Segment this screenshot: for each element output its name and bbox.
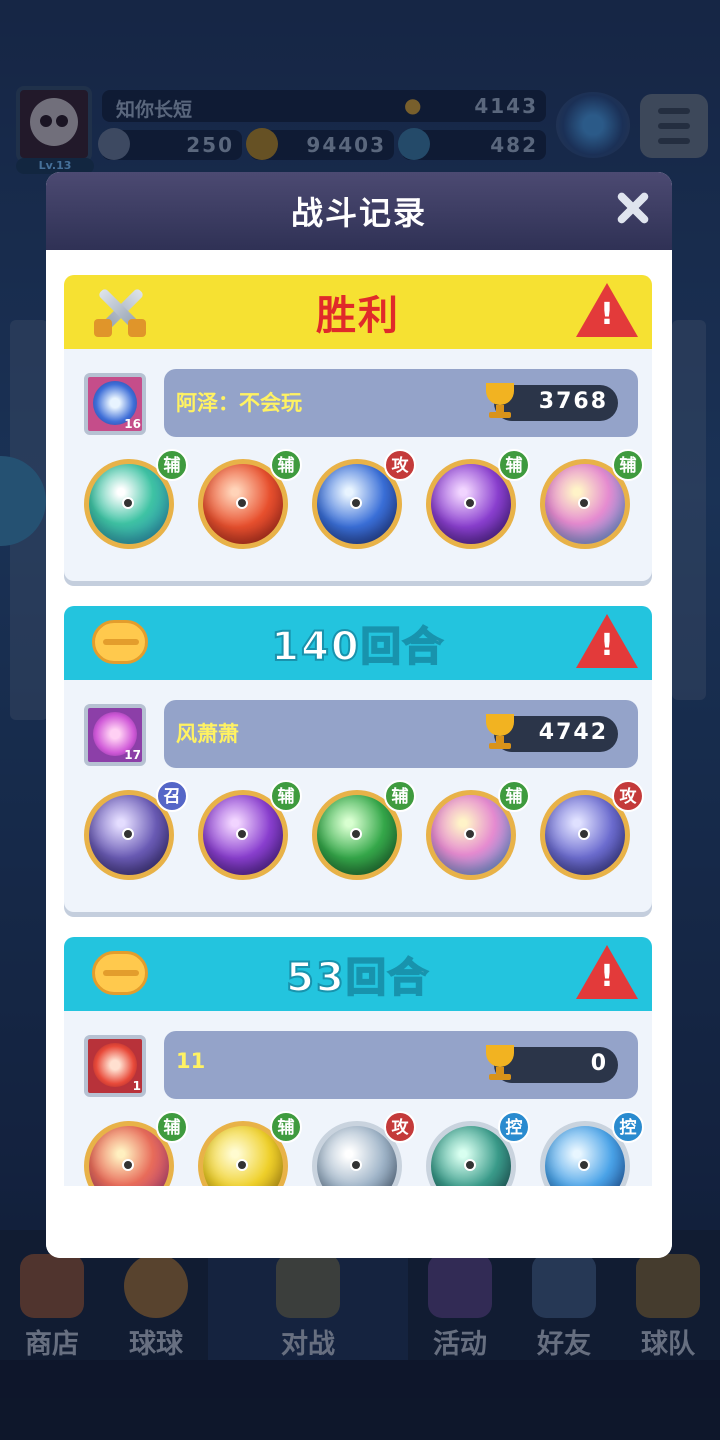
ball-slot[interactable]: 辅 <box>424 780 530 882</box>
ball-lineup: 辅 辅 攻 控 控 <box>64 1111 652 1186</box>
ball-slot[interactable]: 辅 <box>196 1111 302 1186</box>
record-card[interactable]: 53回合 ! 1 11 0 辅 辅 攻 控 控 <box>64 937 652 1186</box>
opponent-name: 11 <box>176 1049 206 1073</box>
ball-role-tag: 辅 <box>270 1111 302 1143</box>
ball-lineup: 辅 辅 攻 辅 辅 <box>64 449 652 565</box>
report-warning-icon[interactable]: ! <box>576 283 638 339</box>
ball-role-tag: 攻 <box>612 780 644 812</box>
ball-role-tag: 攻 <box>384 449 416 481</box>
modal-header: 战斗记录 <box>46 172 672 250</box>
opponent-name: 阿泽：不会玩 <box>176 391 302 415</box>
battle-record-modal: 战斗记录 胜利 ! 16 阿泽：不会玩 3768 辅 辅 攻 辅 辅 140回合… <box>46 172 672 1258</box>
avatar-level: 1 <box>132 1079 141 1093</box>
close-icon[interactable] <box>612 188 652 228</box>
ball-slot[interactable]: 攻 <box>310 1111 416 1186</box>
ball-role-tag: 辅 <box>156 449 188 481</box>
ball-role-tag: 控 <box>498 1111 530 1143</box>
opponent-info: 11 0 <box>164 1031 638 1099</box>
opponent-row: 16 阿泽：不会玩 3768 <box>64 349 652 449</box>
opponent-info: 风萧萧 4742 <box>164 700 638 768</box>
ball-slot[interactable]: 控 <box>424 1111 530 1186</box>
record-list[interactable]: 胜利 ! 16 阿泽：不会玩 3768 辅 辅 攻 辅 辅 140回合 ! 17… <box>46 250 672 1186</box>
ball-role-tag: 辅 <box>612 449 644 481</box>
modal-body: 胜利 ! 16 阿泽：不会玩 3768 辅 辅 攻 辅 辅 140回合 ! 17… <box>46 250 672 1258</box>
record-header: 140回合 ! <box>64 606 652 680</box>
ball-slot[interactable]: 攻 <box>538 780 644 882</box>
ball-slot[interactable]: 辅 <box>82 1111 188 1186</box>
record-header: 胜利 ! <box>64 275 652 349</box>
report-warning-icon[interactable]: ! <box>576 945 638 1001</box>
ball-slot[interactable]: 辅 <box>538 449 644 551</box>
report-warning-icon[interactable]: ! <box>576 614 638 670</box>
ball-role-tag: 辅 <box>498 780 530 812</box>
trophy-count: 0 <box>486 1045 618 1083</box>
ball-role-tag: 辅 <box>384 780 416 812</box>
fire-orb-icon <box>93 1043 137 1087</box>
modal-title: 战斗记录 <box>290 194 427 232</box>
ball-role-tag: 辅 <box>270 449 302 481</box>
record-result: 胜利 <box>316 293 400 339</box>
opponent-avatar[interactable]: 1 <box>84 1035 146 1097</box>
trophy-value: 0 <box>590 1051 608 1076</box>
trophy-icon <box>480 712 520 752</box>
ball-slot[interactable]: 控 <box>538 1111 644 1186</box>
ball-role-tag: 辅 <box>498 449 530 481</box>
ball-role-tag: 辅 <box>156 1111 188 1143</box>
opponent-row: 17 风萧萧 4742 <box>64 680 652 780</box>
record-result: 53回合 <box>285 954 430 1002</box>
opponent-avatar[interactable]: 16 <box>84 373 146 435</box>
ball-slot[interactable]: 辅 <box>424 449 530 551</box>
opponent-row: 1 11 0 <box>64 1011 652 1111</box>
trophy-count: 4742 <box>486 714 618 752</box>
trophy-value: 3768 <box>538 389 608 414</box>
avatar-level: 16 <box>124 417 141 431</box>
trophy-value: 4742 <box>538 720 608 745</box>
ball-slot[interactable]: 辅 <box>82 449 188 551</box>
ball-role-tag: 控 <box>612 1111 644 1143</box>
trophy-icon <box>480 1043 520 1083</box>
record-header: 53回合 ! <box>64 937 652 1011</box>
trophy-icon <box>480 381 520 421</box>
ball-slot[interactable]: 辅 <box>310 780 416 882</box>
trophy-count: 3768 <box>486 383 618 421</box>
opponent-avatar[interactable]: 17 <box>84 704 146 766</box>
record-result: 140回合 <box>270 623 445 671</box>
ball-role-tag: 召 <box>156 780 188 812</box>
ball-slot[interactable]: 辅 <box>196 780 302 882</box>
ball-lineup: 召 辅 辅 辅 攻 <box>64 780 652 896</box>
ball-role-tag: 攻 <box>384 1111 416 1143</box>
record-card[interactable]: 140回合 ! 17 风萧萧 4742 召 辅 辅 辅 攻 <box>64 606 652 912</box>
record-card[interactable]: 胜利 ! 16 阿泽：不会玩 3768 辅 辅 攻 辅 辅 <box>64 275 652 581</box>
opponent-info: 阿泽：不会玩 3768 <box>164 369 638 437</box>
ball-slot[interactable]: 辅 <box>196 449 302 551</box>
ball-slot[interactable]: 攻 <box>310 449 416 551</box>
opponent-name: 风萧萧 <box>176 722 239 746</box>
ball-slot[interactable]: 召 <box>82 780 188 882</box>
avatar-level: 17 <box>124 748 141 762</box>
ball-role-tag: 辅 <box>270 780 302 812</box>
